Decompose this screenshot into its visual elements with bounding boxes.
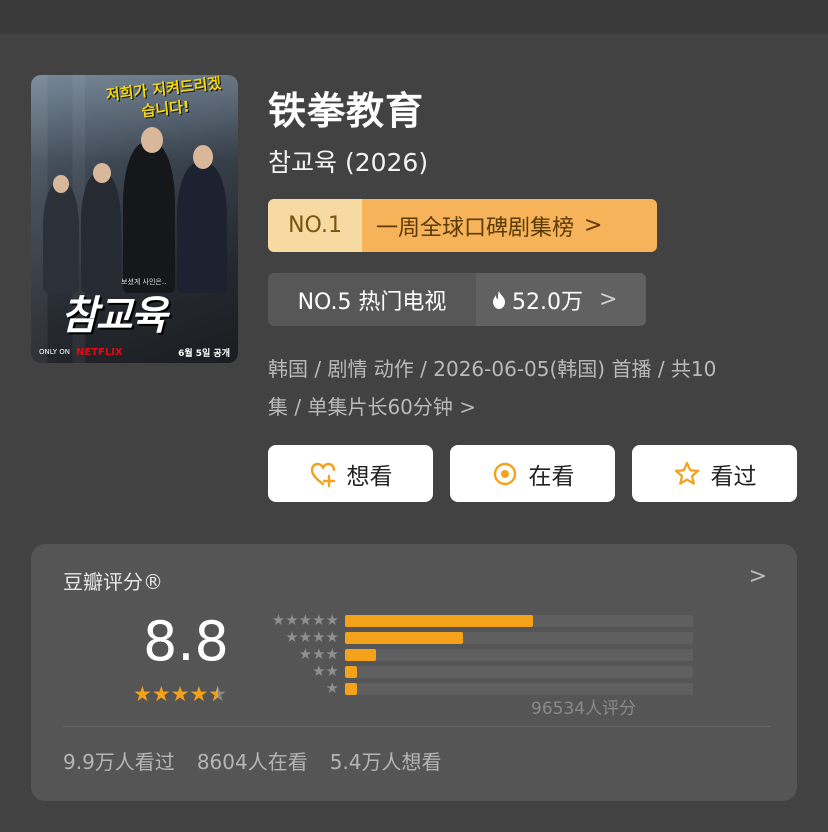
bar-star-label: ★★★★ (285, 628, 339, 646)
target-icon (493, 462, 516, 485)
audience-stats: 9.9万人看过 8604人在看 5.4万人想看 (63, 746, 442, 775)
poster-title: 참교육 (61, 293, 167, 339)
chevron-right-icon: > (599, 287, 618, 312)
hot-tv-rank-badge[interactable]: NO.5 热门电视 52.0万 > (268, 273, 646, 326)
poster-image[interactable]: 저희가 지켜드리겠습니다! 보셨게 사인은.. 참교육 ONLY ON NETF… (31, 75, 238, 363)
rank-label: 一周全球口碑剧集榜 > (362, 199, 657, 252)
flame-icon (493, 290, 505, 309)
rating-bar (345, 666, 358, 678)
original-title: 참교육 (2026) (268, 148, 429, 177)
heat-value: 52.0万 > (476, 273, 646, 326)
chevron-right-icon[interactable]: > (749, 564, 767, 589)
poster-head (53, 175, 69, 193)
watched-count: 9.9万人看过 (63, 750, 175, 774)
poster-footer: ONLY ON NETFLIX 6월 5일 공개 (31, 341, 238, 363)
poster-head (141, 127, 163, 153)
rating-bar-track (345, 615, 693, 627)
rating-bar-track (345, 666, 693, 678)
hot-rank-label: NO.5 热门电视 (268, 273, 476, 326)
poster-only-on: ONLY ON (39, 348, 70, 356)
bar-star-label: ★ (325, 679, 339, 697)
poster-figure (43, 183, 79, 293)
rating-bar-row: ★★★ (263, 645, 693, 663)
want-label: 想看 (346, 463, 393, 490)
watching-label: 在看 (528, 463, 575, 490)
rating-score: 8.8 (143, 610, 229, 673)
full-stars: ★★★★ (133, 682, 209, 706)
watched-button[interactable]: 看过 (632, 445, 797, 502)
poster-figure (81, 173, 121, 293)
rating-bar (345, 683, 358, 695)
rating-bar-row: ★★★★★ (263, 611, 693, 629)
rating-bar (345, 615, 533, 627)
watching-count: 8604人在看 (196, 750, 308, 774)
meta-line: 集 / 单集片长60分钟 > (268, 395, 477, 419)
poster-head (193, 145, 213, 169)
half-star-icon: ★ (208, 682, 227, 706)
bar-star-label: ★★ (312, 662, 339, 680)
poster-figure (123, 143, 175, 293)
watching-button[interactable]: 在看 (450, 445, 615, 502)
rank-number: NO.1 (268, 199, 362, 252)
rating-card-title: 豆瓣评分® (63, 570, 163, 594)
rating-bar (345, 649, 377, 661)
top-bar (0, 0, 828, 34)
show-meta[interactable]: 韩国 / 剧情 动作 / 2026-06-05(韩国) 首播 / 共10 集 /… (268, 350, 788, 426)
bar-star-label: ★★★★★ (271, 611, 339, 629)
want-count: 5.4万人想看 (329, 750, 442, 774)
want-to-watch-button[interactable]: 想看 (268, 445, 433, 502)
chevron-right-icon: > (584, 213, 603, 238)
rating-bar-track (345, 632, 693, 644)
rank-label-text: 一周全球口碑剧集榜 (376, 215, 575, 241)
poster-figure (177, 163, 227, 293)
meta-line: 韩国 / 剧情 动作 / 2026-06-05(韩国) 首播 / 共10 (268, 357, 717, 381)
poster-date: 6월 5일 공개 (178, 348, 230, 359)
netflix-logo: NETFLIX (75, 346, 123, 358)
rating-bar-row: ★★★★ (263, 628, 693, 646)
global-rank-badge[interactable]: NO.1 一周全球口碑剧集榜 > (268, 199, 657, 252)
watched-label: 看过 (710, 463, 757, 490)
heat-number: 52.0万 (512, 289, 583, 315)
rating-bar (345, 632, 464, 644)
divider (63, 726, 771, 727)
heart-plus-icon (310, 462, 335, 487)
rating-bar-row: ★★ (263, 662, 693, 680)
bar-star-label: ★★★ (298, 645, 339, 663)
poster-head (93, 163, 111, 183)
star-outline-icon (674, 461, 699, 485)
rating-count: 96534人评分 (531, 699, 637, 719)
page-title: 铁拳教育 (268, 89, 425, 133)
rating-stars: ★★★★★ (133, 682, 227, 706)
rating-bar-track (345, 683, 693, 695)
douban-rating-card[interactable]: 豆瓣评分® > 8.8 ★★★★★ ★★★★★★★★★★★★★★★ 96534人… (31, 544, 797, 801)
rating-bar-track (345, 649, 693, 661)
